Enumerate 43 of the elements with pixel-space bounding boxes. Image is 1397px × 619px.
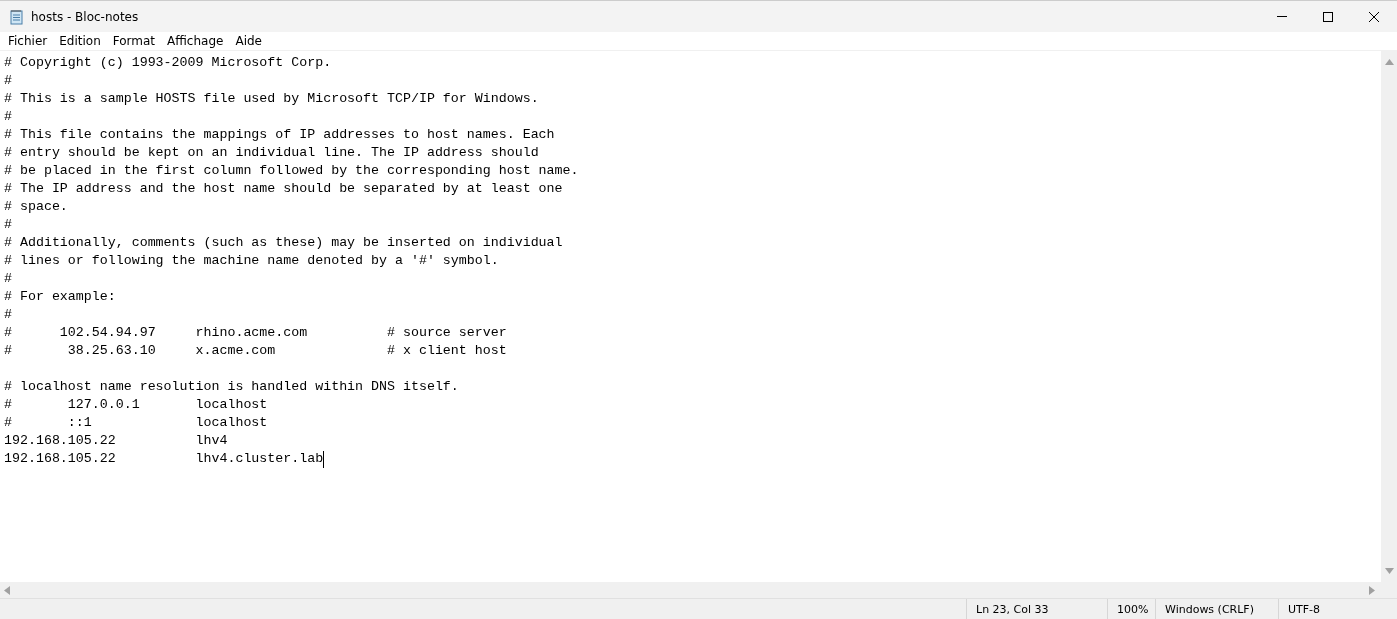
text-line: # Additionally, comments (such as these) may be inserted on individual [4, 234, 563, 252]
menu-item[interactable]: Fichier [7, 34, 49, 48]
text-line: # lines or following the machine name denoted by a '#' symbol. [4, 252, 499, 270]
text-line: # [4, 306, 12, 324]
text-cursor [323, 450, 325, 468]
menu-item[interactable]: Affichage [166, 34, 225, 48]
text-line: # ::1 localhost [4, 414, 268, 432]
zoom-level: 100% [1107, 599, 1155, 619]
text-line: # space. [4, 198, 68, 216]
text-line: # entry should be kept on an individual line. The IP address should [4, 144, 539, 162]
menu-item[interactable]: Aide [234, 34, 263, 48]
line-ending: Windows (CRLF) [1155, 599, 1278, 619]
text-line: # The IP address and the host name should be separated by at least one [4, 180, 563, 198]
text-line: # [4, 216, 12, 234]
text-line: # [4, 108, 12, 126]
text-line: 192.168.105.22 lhv4 [4, 432, 228, 450]
text-line: # 38.25.63.10 x.acme.com # x client host [4, 342, 507, 360]
minimize-icon [1277, 16, 1287, 17]
window-title: hosts - Bloc-notes [31, 9, 139, 24]
encoding: UTF-8 [1278, 599, 1397, 619]
menu-item[interactable]: Edition [58, 34, 102, 48]
close-icon [1368, 10, 1380, 23]
text-line: 192.168.105.22 lhv4.cluster.lab [4, 450, 324, 468]
maximize-icon [1322, 10, 1334, 23]
text-line: # [4, 72, 12, 90]
vertical-scrollbar[interactable] [1381, 51, 1397, 582]
text-line: # This is a sample HOSTS file used by Microsoft TCP/IP for Windows. [4, 90, 539, 108]
scroll-right-icon[interactable] [1369, 585, 1375, 595]
scroll-left-icon[interactable] [4, 585, 10, 595]
notepad-icon [9, 8, 25, 25]
text-line: # be placed in the first column followed by the corresponding host name. [4, 162, 579, 180]
text-line: # This file contains the mappings of IP addresses to host names. Each [4, 126, 555, 144]
text-line: # localhost name resolution is handled within DNS itself. [4, 378, 459, 396]
cursor-position: Ln 23, Col 33 [966, 599, 1107, 619]
text-line: # For example: [4, 288, 116, 306]
text-line: # 102.54.94.97 rhino.acme.com # source server [4, 324, 507, 342]
scroll-up-icon[interactable] [1384, 59, 1394, 65]
scroll-down-icon[interactable] [1384, 568, 1394, 574]
text-line: # 127.0.0.1 localhost [4, 396, 268, 414]
menu-item[interactable]: Format [111, 34, 157, 48]
text-line: # [4, 270, 12, 288]
text-line: # Copyright (c) 1993-2009 Microsoft Corp. [4, 54, 332, 72]
horizontal-scrollbar[interactable] [0, 582, 1397, 599]
